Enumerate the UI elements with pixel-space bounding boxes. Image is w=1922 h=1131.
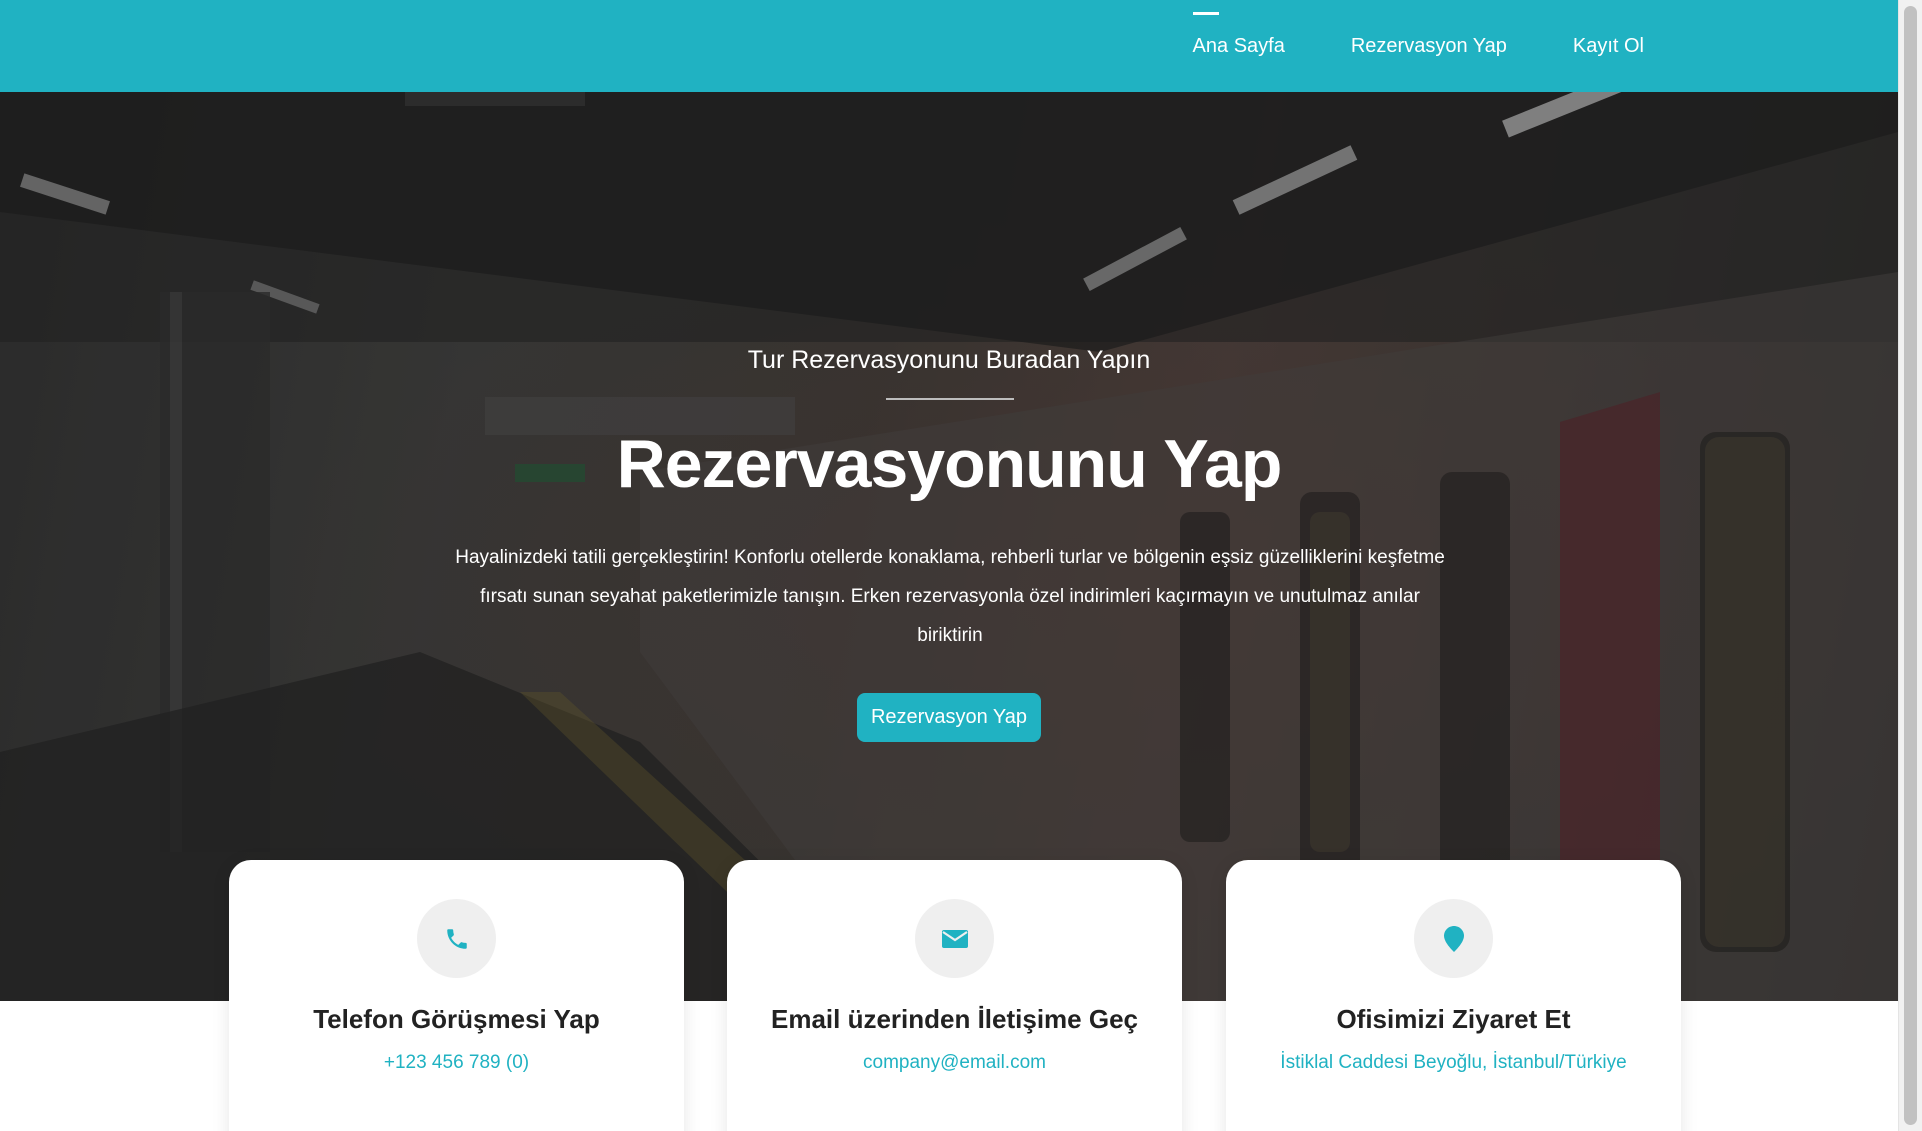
nav-item-home[interactable]: Ana Sayfa xyxy=(1192,11,1285,58)
page-scrollbar[interactable] xyxy=(1898,0,1922,1131)
card-title: Email üzerinden İletişime Geç xyxy=(770,1004,1139,1034)
card-title: Telefon Görüşmesi Yap xyxy=(313,1004,600,1034)
contact-card-email: Email üzerinden İletişime Geç company@em… xyxy=(727,860,1182,1131)
nav-item-signup[interactable]: Kayıt Ol xyxy=(1573,35,1644,58)
envelope-icon xyxy=(915,899,994,978)
address-link[interactable]: İstiklal Caddesi Beyoğlu, İstanbul/Türki… xyxy=(1226,1052,1681,1074)
contact-cards: Telefon Görüşmesi Yap +123 456 789 (0) E… xyxy=(229,860,1681,1131)
contact-card-office: Ofisimizi Ziyaret Et İstiklal Caddesi Be… xyxy=(1226,860,1681,1131)
hero-subtitle: Tur Rezervasyonunu Buradan Yapın xyxy=(747,346,1151,374)
hero-description: Hayalinizdeki tatili gerçekleştirin! Kon… xyxy=(455,547,1445,646)
phone-icon xyxy=(417,899,496,978)
hero-title: Rezervasyonunu Yap xyxy=(616,426,1283,502)
scrollbar-thumb[interactable] xyxy=(1904,6,1917,1125)
contact-card-phone: Telefon Görüşmesi Yap +123 456 789 (0) xyxy=(229,860,684,1131)
main-nav: Ana Sayfa Rezervasyon Yap Kayıt Ol xyxy=(1192,0,1644,92)
phone-number-link[interactable]: +123 456 789 (0) xyxy=(229,1052,684,1074)
page-viewport: Ana Sayfa Rezervasyon Yap Kayıt Ol Tur R… xyxy=(0,0,1898,1131)
hero-divider xyxy=(886,398,1014,400)
map-marker-icon xyxy=(1414,899,1493,978)
email-link[interactable]: company@email.com xyxy=(727,1052,1182,1074)
reservation-button[interactable]: Rezervasyon Yap xyxy=(857,693,1041,742)
card-title: Ofisimizi Ziyaret Et xyxy=(1336,1004,1571,1034)
nav-item-reservation[interactable]: Rezervasyon Yap xyxy=(1351,35,1507,58)
top-navbar: Ana Sayfa Rezervasyon Yap Kayıt Ol xyxy=(0,0,1898,92)
